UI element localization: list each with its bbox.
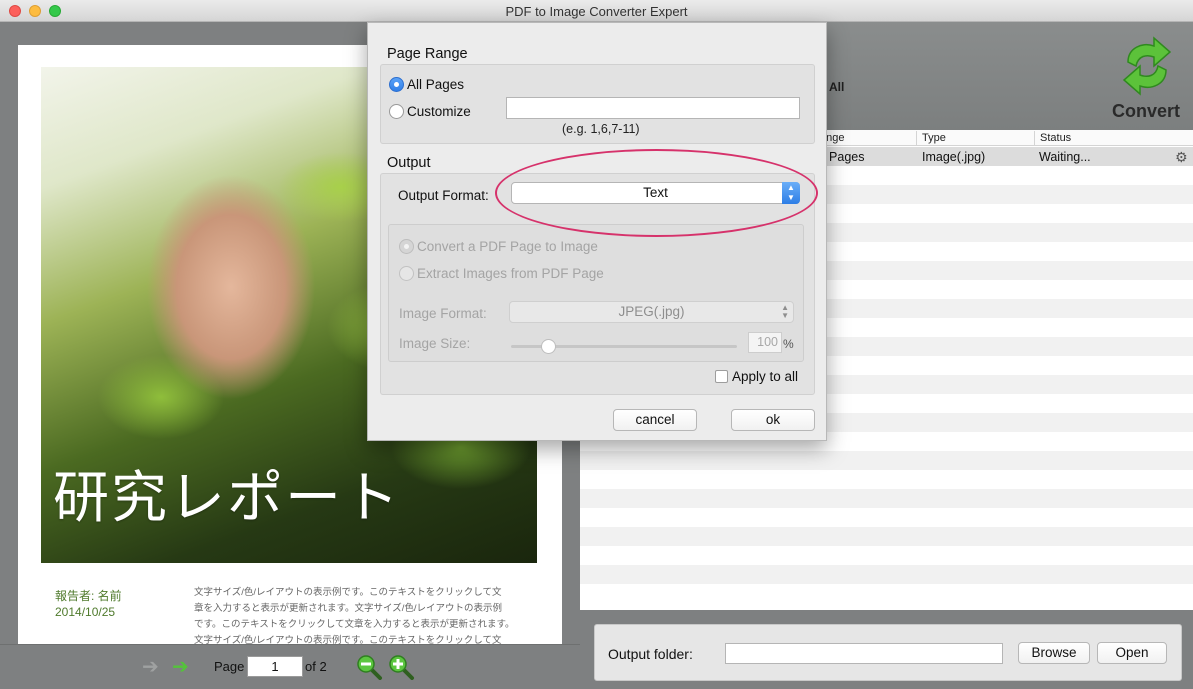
customize-hint: (e.g. 1,6,7-11) <box>562 122 640 136</box>
all-pages-label[interactable]: All Pages <box>407 77 464 92</box>
empty-row <box>580 489 1193 508</box>
empty-row <box>580 527 1193 546</box>
output-format-select[interactable]: Text ▲ ▼ <box>511 182 800 204</box>
convert-page-to-image-radio[interactable] <box>399 239 414 254</box>
previous-page-arrow-icon[interactable]: ➔ <box>142 657 159 677</box>
extract-images-label[interactable]: Extract Images from PDF Page <box>417 266 604 281</box>
chevron-updown-icon: ▲ ▼ <box>781 303 789 320</box>
body-line: 章を入力すると表示が更新されます。文字サイズ/色/レイアウトの表示例 <box>194 603 503 614</box>
report-title: 研究レポート <box>53 466 401 531</box>
image-size-input[interactable]: 100 <box>748 332 782 353</box>
empty-row <box>580 565 1193 584</box>
title-bar: PDF to Image Converter Expert <box>0 0 1193 22</box>
page-label: Page <box>214 659 245 674</box>
ok-button[interactable]: ok <box>731 409 815 431</box>
output-format-label: Output Format: <box>398 188 489 203</box>
body-line: 文字サイズ/色/レイアウトの表示例です。このテキストをクリックして文 <box>194 587 502 598</box>
all-pages-radio[interactable] <box>389 77 404 92</box>
column-separator <box>1034 131 1035 145</box>
page-number-input[interactable]: 1 <box>247 656 303 677</box>
body-line: です。このテキストをクリックして文章を入力すると表示が更新されます。 <box>194 619 515 630</box>
image-size-unit: % <box>783 337 794 351</box>
cancel-button[interactable]: cancel <box>613 409 697 431</box>
zoom-out-icon[interactable] <box>356 654 384 680</box>
open-button[interactable]: Open <box>1097 642 1167 664</box>
column-header-status[interactable]: Status <box>1040 132 1071 144</box>
reporter-name: 報告者: 名前 <box>55 589 122 603</box>
customize-label[interactable]: Customize <box>407 104 471 119</box>
column-header-type[interactable]: Type <box>922 132 946 144</box>
output-folder-input[interactable] <box>725 643 1003 664</box>
output-format-value: Text <box>643 185 668 200</box>
window-title: PDF to Image Converter Expert <box>505 4 688 19</box>
output-title: Output <box>387 155 431 171</box>
output-folder-label: Output folder: <box>608 646 693 662</box>
image-size-label: Image Size: <box>399 336 471 351</box>
gear-icon[interactable]: ⚙ <box>1175 149 1188 166</box>
zoom-in-icon[interactable] <box>388 654 416 680</box>
next-page-arrow-icon[interactable]: ➔ <box>172 657 189 677</box>
page-range-title: Page Range <box>387 46 468 62</box>
chevron-updown-icon: ▲ ▼ <box>782 182 800 204</box>
row-type-cell: Image(.jpg) <box>922 150 986 164</box>
image-format-select[interactable]: JPEG(.jpg) ▲ ▼ <box>509 301 794 323</box>
apply-to-all-label[interactable]: Apply to all <box>732 369 798 384</box>
select-all-label[interactable]: All <box>829 80 844 94</box>
image-format-label: Image Format: <box>399 306 487 321</box>
extract-images-radio[interactable] <box>399 266 414 281</box>
reporter-info: 報告者: 名前 2014/10/25 <box>55 588 122 620</box>
page-count-label: of 2 <box>305 659 327 674</box>
image-format-value: JPEG(.jpg) <box>618 304 685 319</box>
convert-button-label[interactable]: Convert <box>1112 101 1180 122</box>
body-text: 文字サイズ/色/レイアウトの表示例です。このテキストをクリックして文 章を入力す… <box>194 585 532 644</box>
row-status-cell: Waiting... <box>1039 150 1091 164</box>
empty-row <box>580 451 1193 470</box>
convert-page-to-image-label[interactable]: Convert a PDF Page to Image <box>417 239 598 254</box>
convert-icon[interactable] <box>1120 36 1174 96</box>
column-separator <box>916 131 917 145</box>
convert-options-dialog: Page Range All Pages Customize (e.g. 1,6… <box>367 22 827 441</box>
report-date: 2014/10/25 <box>55 605 116 619</box>
browse-button[interactable]: Browse <box>1018 642 1090 664</box>
page-navigation-bar: ➔ ➔ Page 1 of 2 <box>0 644 580 689</box>
customize-radio[interactable] <box>389 104 404 119</box>
apply-to-all-checkbox[interactable] <box>715 370 728 383</box>
body-line: 文字サイズ/色/レイアウトの表示例です。このテキストをクリックして文 <box>194 635 502 644</box>
customize-pages-input[interactable] <box>506 97 800 119</box>
